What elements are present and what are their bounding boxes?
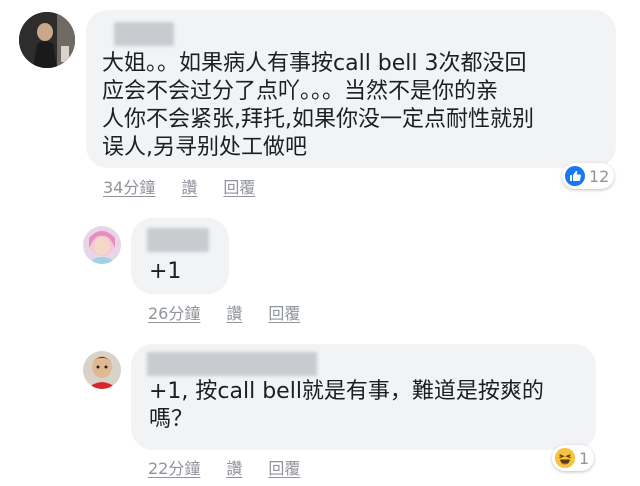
- author-name-redacted[interactable]: [147, 228, 209, 252]
- like-button[interactable]: 讚: [181, 174, 197, 198]
- comment-bubble: +1, 按call bell就是有事，難道是按爽的 嗎？: [131, 344, 596, 450]
- person-photo-icon: [19, 12, 75, 68]
- reply-button[interactable]: 回覆: [268, 300, 300, 324]
- author-name-redacted[interactable]: [114, 22, 174, 46]
- reaction-summary[interactable]: 1: [552, 445, 595, 471]
- commenter-avatar[interactable]: [83, 351, 121, 389]
- comment-text: +1: [149, 259, 182, 284]
- comment-actions: 34分鐘 讚 回覆: [103, 174, 255, 198]
- person-photo-icon: [83, 226, 121, 264]
- thumbs-up-icon: [565, 166, 585, 186]
- commenter-avatar[interactable]: [19, 12, 75, 68]
- comment-time-link[interactable]: 26分鐘: [148, 300, 200, 324]
- comment-time-link[interactable]: 34分鐘: [103, 174, 155, 198]
- reaction-count: 1: [579, 448, 590, 468]
- comment-actions: 26分鐘 讚 回覆: [148, 300, 300, 324]
- person-photo-icon: [83, 351, 121, 389]
- reaction-count: 12: [589, 166, 610, 186]
- author-name-redacted[interactable]: [147, 352, 317, 376]
- comment-actions: 22分鐘 讚 回覆: [148, 455, 300, 479]
- comment-bubble: 大姐。。如果病人有事按call bell 3次都没回 应会不会过分了点吖。。。当…: [86, 10, 616, 168]
- reaction-summary[interactable]: 12: [562, 163, 615, 189]
- like-button[interactable]: 讚: [226, 300, 242, 324]
- reply-button[interactable]: 回覆: [268, 455, 300, 479]
- comment-time-link[interactable]: 22分鐘: [148, 455, 200, 479]
- comment-text: 大姐。。如果病人有事按call bell 3次都没回 应会不会过分了点吖。。。当…: [102, 51, 534, 160]
- comment-bubble: +1: [131, 218, 229, 294]
- comment-text: +1, 按call bell就是有事，難道是按爽的 嗎？: [149, 379, 544, 432]
- laughing-emoji-icon: [555, 448, 575, 468]
- like-button[interactable]: 讚: [226, 455, 242, 479]
- reply-button[interactable]: 回覆: [223, 174, 255, 198]
- commenter-avatar[interactable]: [83, 226, 121, 264]
